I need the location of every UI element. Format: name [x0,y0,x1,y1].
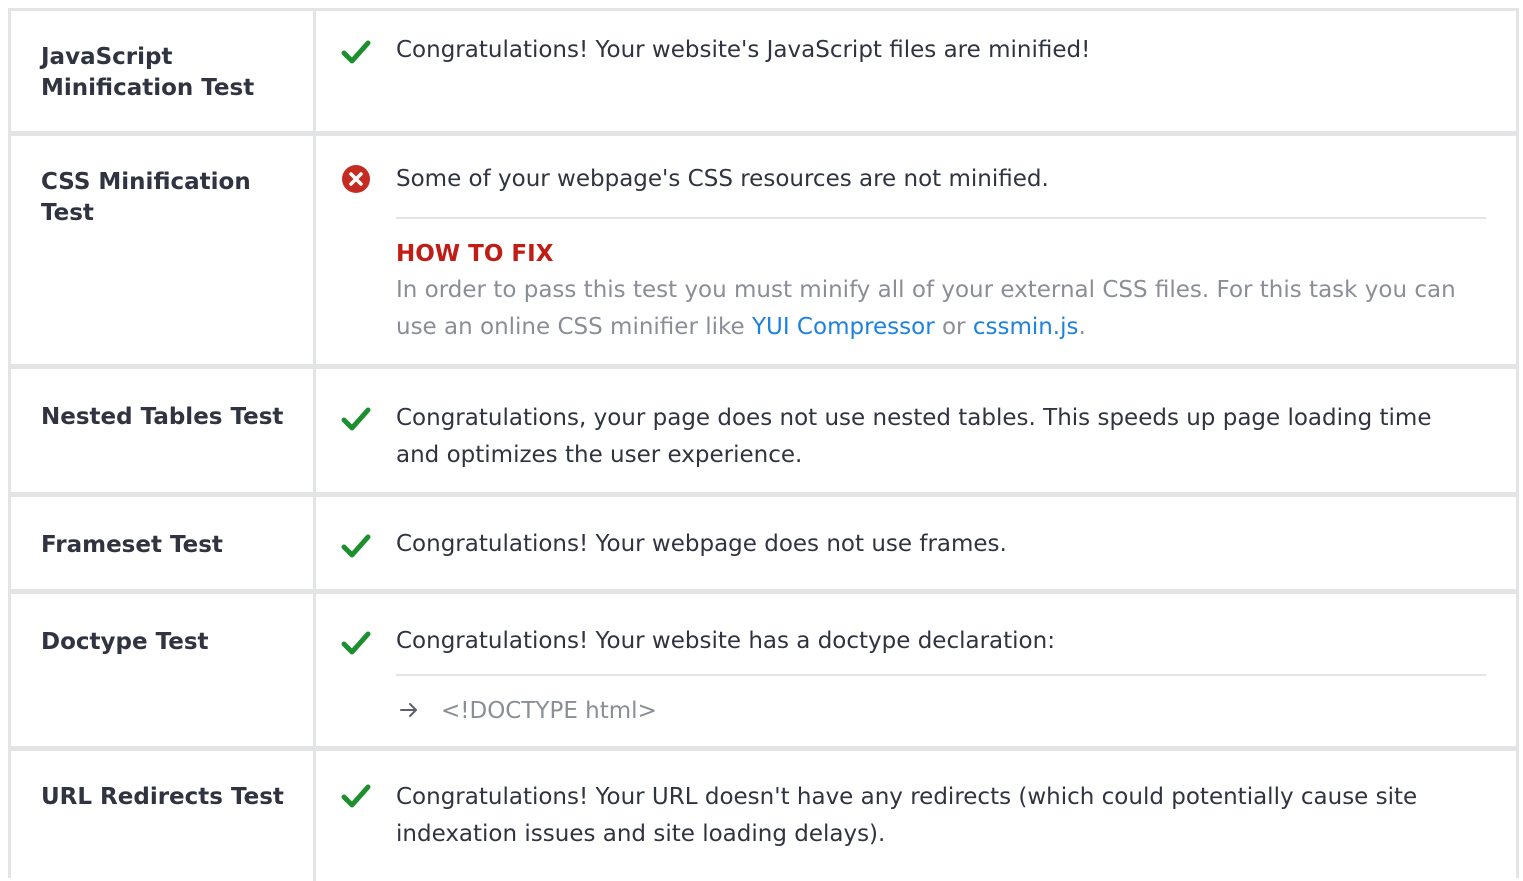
column-divider [313,497,316,589]
test-result-message: Congratulations! Your URL doesn't have a… [396,784,1418,847]
test-name: URL Redirects Test [41,784,284,810]
column-divider [313,751,316,881]
test-row-url-redirects: URL Redirects Test Congratulations! Your… [11,751,1516,881]
arrow-right-icon [400,703,417,717]
test-result-message: Congratulations, your page does not use … [396,405,1432,468]
test-result-message: Congratulations! Your website has a doct… [396,628,1055,654]
check-icon [341,784,371,808]
test-name: JavaScript Minification Test [41,44,255,101]
column-divider [313,369,316,492]
test-result-message: Congratulations! Your website's JavaScri… [396,37,1091,63]
cssmin-link[interactable]: cssmin.js [973,314,1079,340]
test-result-message: Some of your webpage's CSS resources are… [396,166,1049,192]
check-icon [341,40,371,64]
test-row-nested-tables: Nested Tables Test Congratulations, your… [11,369,1516,497]
fix-text-middle: or [934,314,973,340]
check-icon [341,631,371,655]
yui-compressor-link[interactable]: YUI Compressor [752,314,935,340]
check-icon [341,534,371,558]
test-row-css-minification: CSS Minification Test Some of your webpa… [11,136,1516,369]
how-to-fix-text: In order to pass this test you must mini… [396,272,1486,346]
test-row-javascript-minification: JavaScript Minification Test Congratulat… [11,11,1516,136]
seo-report-table: JavaScript Minification Test Congratulat… [8,8,1519,881]
test-row-frameset: Frameset Test Congratulations! Your webp… [11,497,1516,594]
section-divider [396,674,1486,676]
column-divider [313,136,316,364]
doctype-value-line: <!DOCTYPE html> [399,698,657,724]
doctype-value: <!DOCTYPE html> [441,698,657,724]
test-result-message: Congratulations! Your webpage does not u… [396,531,1007,557]
fix-text-after: . [1078,314,1086,340]
how-to-fix-title: HOW TO FIX [396,241,554,267]
error-circle-icon [342,165,370,193]
test-name: CSS Minification Test [41,169,251,226]
test-row-doctype: Doctype Test Congratulations! Your websi… [11,594,1516,751]
column-divider [313,594,316,746]
test-name: Frameset Test [41,532,223,558]
check-icon [341,407,371,431]
section-divider [396,217,1486,219]
test-name: Doctype Test [41,629,209,655]
column-divider [313,11,316,131]
test-name: Nested Tables Test [41,404,284,430]
